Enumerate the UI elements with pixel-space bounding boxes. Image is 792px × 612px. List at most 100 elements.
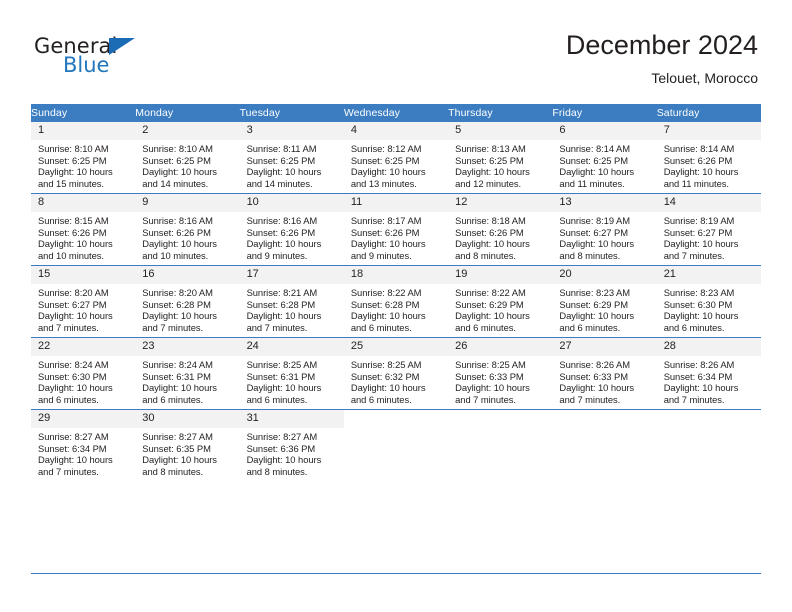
brand-name-blue: Blue bbox=[63, 53, 110, 77]
calendar-day-cell[interactable]: 30 Sunrise: 8:27 AM Sunset: 6:35 PM Dayligh… bbox=[135, 409, 240, 481]
daylight-text-line1: Daylight: 10 hours bbox=[559, 310, 635, 322]
daylight-text-line2: and 13 minutes. bbox=[350, 177, 417, 189]
calendar-day-cell[interactable]: 14 Sunrise: 8:19 AM Sunset: 6:27 PM Dayligh… bbox=[656, 193, 761, 266]
day-cell-inner: 19 Sunrise: 8:22 AM Sunset: 6:29 PM Dayligh… bbox=[448, 266, 553, 337]
calendar-day-cell[interactable]: 8 Sunrise: 8:15 AM Sunset: 6:26 PM Daylight… bbox=[31, 193, 136, 266]
calendar-head: Sunday Monday Tuesday Wednesday Thursday… bbox=[31, 104, 761, 122]
calendar-day-cell[interactable]: 19 Sunrise: 8:22 AM Sunset: 6:29 PM Dayligh… bbox=[448, 265, 553, 338]
calendar-day-cell[interactable]: 31 Sunrise: 8:27 AM Sunset: 6:36 PM Dayligh… bbox=[239, 409, 344, 481]
daylight-text-line1: Daylight: 10 hours bbox=[455, 382, 530, 394]
sunrise-text: Sunrise: 8:16 AM bbox=[246, 215, 318, 226]
day-number: 7 bbox=[656, 122, 761, 140]
calendar-page: General Blue December 2024 Telouet, Moro… bbox=[0, 0, 792, 612]
calendar-day-cell[interactable]: 10 Sunrise: 8:16 AM Sunset: 6:26 PM Dayligh… bbox=[239, 193, 344, 266]
day-details: Sunrise: 8:15 AM Sunset: 6:26 PM Daylight:… bbox=[31, 212, 135, 261]
daylight-text-line2: and 7 minutes. bbox=[663, 249, 725, 261]
day-cell-inner: 8 Sunrise: 8:15 AM Sunset: 6:26 PM Daylight… bbox=[31, 194, 136, 265]
calendar-empty-cell bbox=[448, 409, 553, 481]
daylight-text-line2: and 7 minutes. bbox=[142, 321, 204, 333]
calendar-day-cell[interactable]: 24 Sunrise: 8:25 AM Sunset: 6:31 PM Dayligh… bbox=[239, 337, 344, 410]
daylight-text-line1: Daylight: 10 hours bbox=[246, 166, 322, 178]
weekday-header-row: Sunday Monday Tuesday Wednesday Thursday… bbox=[31, 104, 761, 122]
day-details: Sunrise: 8:27 AM Sunset: 6:34 PM Daylight:… bbox=[31, 428, 135, 477]
day-details: Sunrise: 8:22 AM Sunset: 6:29 PM Daylight:… bbox=[448, 284, 552, 333]
day-number: 9 bbox=[135, 194, 240, 212]
sunrise-text: Sunrise: 8:19 AM bbox=[559, 215, 630, 226]
day-number: 4 bbox=[343, 122, 449, 140]
calendar-day-cell[interactable]: 7 Sunrise: 8:14 AM Sunset: 6:26 PM Daylight… bbox=[656, 122, 761, 194]
day-cell-inner: 9 Sunrise: 8:16 AM Sunset: 6:26 PM Daylight… bbox=[135, 194, 240, 265]
calendar-day-cell[interactable]: 20 Sunrise: 8:23 AM Sunset: 6:29 PM Dayligh… bbox=[552, 265, 657, 338]
calendar-day-cell[interactable]: 22 Sunrise: 8:24 AM Sunset: 6:30 PM Dayligh… bbox=[31, 337, 136, 410]
calendar-day-cell[interactable]: 3 Sunrise: 8:11 AM Sunset: 6:25 PM Daylight… bbox=[239, 122, 344, 194]
calendar-body: 1 Sunrise: 8:10 AM Sunset: 6:25 PM Daylight… bbox=[31, 122, 761, 481]
calendar-day-cell[interactable]: 11 Sunrise: 8:17 AM Sunset: 6:26 PM Dayligh… bbox=[343, 193, 449, 266]
day-cell-inner: 5 Sunrise: 8:13 AM Sunset: 6:25 PM Daylight… bbox=[448, 122, 553, 193]
daylight-text-line2: and 7 minutes. bbox=[663, 393, 725, 405]
sunset-text: Sunset: 6:31 PM bbox=[142, 370, 211, 382]
calendar-day-cell[interactable]: 23 Sunrise: 8:24 AM Sunset: 6:31 PM Dayligh… bbox=[135, 337, 240, 410]
calendar-day-cell[interactable]: 17 Sunrise: 8:21 AM Sunset: 6:28 PM Dayligh… bbox=[239, 265, 344, 338]
calendar-day-cell[interactable]: 29 Sunrise: 8:27 AM Sunset: 6:34 PM Dayligh… bbox=[31, 409, 136, 481]
calendar-day-cell[interactable]: 28 Sunrise: 8:26 AM Sunset: 6:34 PM Dayligh… bbox=[656, 337, 761, 410]
daylight-text-line1: Daylight: 10 hours bbox=[38, 166, 113, 178]
day-cell-inner: 20 Sunrise: 8:23 AM Sunset: 6:29 PM Dayligh… bbox=[552, 266, 657, 337]
day-number: 20 bbox=[552, 266, 657, 284]
daylight-text-line2: and 7 minutes. bbox=[38, 465, 99, 477]
day-cell-inner: 17 Sunrise: 8:21 AM Sunset: 6:28 PM Dayligh… bbox=[239, 266, 344, 337]
daylight-text-line2: and 7 minutes. bbox=[38, 321, 99, 333]
calendar-day-cell[interactable]: 13 Sunrise: 8:19 AM Sunset: 6:27 PM Dayligh… bbox=[552, 193, 657, 266]
sunset-text: Sunset: 6:28 PM bbox=[246, 298, 316, 310]
calendar-day-cell[interactable]: 16 Sunrise: 8:20 AM Sunset: 6:28 PM Dayligh… bbox=[135, 265, 240, 338]
calendar-day-cell[interactable]: 21 Sunrise: 8:23 AM Sunset: 6:30 PM Dayligh… bbox=[656, 265, 761, 338]
day-details: Sunrise: 8:11 AM Sunset: 6:25 PM Daylight:… bbox=[240, 140, 344, 189]
brand-logo[interactable]: General Blue bbox=[34, 36, 224, 90]
day-number: 5 bbox=[448, 122, 553, 140]
day-cell-inner: 27 Sunrise: 8:26 AM Sunset: 6:33 PM Dayligh… bbox=[552, 338, 657, 409]
daylight-text-line1: Daylight: 10 hours bbox=[246, 382, 322, 394]
day-number: 30 bbox=[135, 410, 240, 428]
calendar-day-cell[interactable]: 4 Sunrise: 8:12 AM Sunset: 6:25 PM Daylight… bbox=[343, 122, 449, 194]
day-details: Sunrise: 8:20 AM Sunset: 6:28 PM Daylight:… bbox=[135, 284, 239, 333]
day-number: 28 bbox=[656, 338, 761, 356]
day-cell-inner: 4 Sunrise: 8:12 AM Sunset: 6:25 PM Daylight… bbox=[343, 122, 449, 193]
day-details: Sunrise: 8:26 AM Sunset: 6:33 PM Daylight:… bbox=[552, 356, 656, 405]
day-number: 21 bbox=[656, 266, 761, 284]
sunset-text: Sunset: 6:26 PM bbox=[455, 226, 524, 238]
calendar-day-cell[interactable]: 2 Sunrise: 8:10 AM Sunset: 6:25 PM Daylight… bbox=[135, 122, 240, 194]
calendar-day-cell[interactable]: 26 Sunrise: 8:25 AM Sunset: 6:33 PM Dayligh… bbox=[448, 337, 553, 410]
daylight-text-line2: and 9 minutes. bbox=[246, 249, 308, 261]
calendar-day-cell[interactable]: 15 Sunrise: 8:20 AM Sunset: 6:27 PM Dayligh… bbox=[31, 265, 136, 338]
calendar-day-cell[interactable]: 18 Sunrise: 8:22 AM Sunset: 6:28 PM Dayligh… bbox=[343, 265, 449, 338]
daylight-text-line1: Daylight: 10 hours bbox=[142, 382, 217, 394]
day-details: Sunrise: 8:14 AM Sunset: 6:26 PM Daylight:… bbox=[657, 140, 761, 189]
day-cell-inner: 23 Sunrise: 8:24 AM Sunset: 6:31 PM Dayligh… bbox=[135, 338, 240, 409]
calendar-day-cell[interactable]: 25 Sunrise: 8:25 AM Sunset: 6:32 PM Dayligh… bbox=[343, 337, 449, 410]
day-details: Sunrise: 8:22 AM Sunset: 6:28 PM Daylight:… bbox=[344, 284, 448, 333]
calendar-day-cell[interactable]: 9 Sunrise: 8:16 AM Sunset: 6:26 PM Daylight… bbox=[135, 193, 240, 266]
day-details: Sunrise: 8:10 AM Sunset: 6:25 PM Daylight:… bbox=[135, 140, 239, 189]
day-details bbox=[344, 428, 448, 431]
daylight-text-line1: Daylight: 10 hours bbox=[142, 454, 217, 466]
calendar-day-cell[interactable]: 27 Sunrise: 8:26 AM Sunset: 6:33 PM Dayligh… bbox=[552, 337, 657, 410]
sunset-text: Sunset: 6:26 PM bbox=[663, 154, 733, 166]
daylight-text-line2: and 6 minutes. bbox=[142, 393, 204, 405]
daylight-text-line1: Daylight: 10 hours bbox=[38, 454, 113, 466]
calendar-day-cell[interactable]: 12 Sunrise: 8:18 AM Sunset: 6:26 PM Dayligh… bbox=[448, 193, 553, 266]
sunset-text: Sunset: 6:25 PM bbox=[350, 154, 420, 166]
day-number: 12 bbox=[448, 194, 553, 212]
sunrise-text: Sunrise: 8:26 AM bbox=[559, 359, 630, 370]
day-cell-inner: 28 Sunrise: 8:26 AM Sunset: 6:34 PM Dayligh… bbox=[656, 338, 761, 409]
daylight-text-line1: Daylight: 10 hours bbox=[246, 454, 322, 466]
day-cell-inner: 22 Sunrise: 8:24 AM Sunset: 6:30 PM Dayligh… bbox=[31, 338, 136, 409]
sunset-text: Sunset: 6:36 PM bbox=[246, 442, 316, 454]
day-number: 17 bbox=[239, 266, 344, 284]
calendar-day-cell[interactable]: 5 Sunrise: 8:13 AM Sunset: 6:25 PM Daylight… bbox=[448, 122, 553, 194]
daylight-text-line1: Daylight: 10 hours bbox=[455, 238, 530, 250]
daylight-text-line1: Daylight: 10 hours bbox=[38, 238, 113, 250]
day-cell-inner: 2 Sunrise: 8:10 AM Sunset: 6:25 PM Daylight… bbox=[135, 122, 240, 193]
day-details bbox=[657, 428, 761, 431]
calendar-day-cell[interactable]: 1 Sunrise: 8:10 AM Sunset: 6:25 PM Daylight… bbox=[31, 122, 136, 194]
sunrise-text: Sunrise: 8:25 AM bbox=[455, 359, 526, 370]
calendar-day-cell[interactable]: 6 Sunrise: 8:14 AM Sunset: 6:25 PM Daylight… bbox=[552, 122, 657, 194]
